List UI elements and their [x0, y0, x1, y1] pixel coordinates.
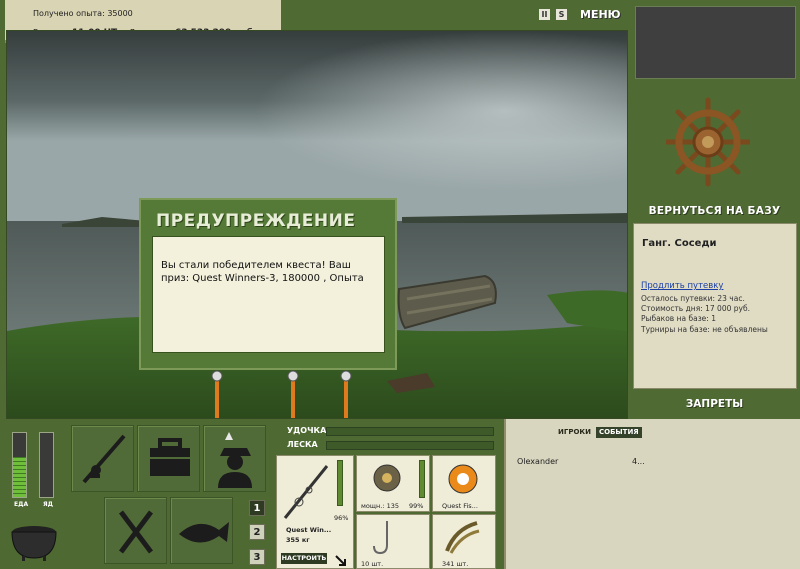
reel-percent: 99%: [409, 502, 424, 510]
fish-tile[interactable]: [170, 497, 233, 564]
rod-item-icon: [283, 465, 329, 519]
rod-percent: 96%: [334, 514, 349, 522]
rod-bar-label: УДОЧКА: [287, 426, 327, 435]
hook-icon: [373, 521, 388, 555]
fishing-rod-icon: [82, 434, 126, 484]
dialog-message: Вы стали победителем квеста! Ваш приз: Q…: [152, 236, 385, 353]
rod-tension-bar: [326, 427, 494, 436]
fishers-count-text: Рыбаков на базе: 1: [641, 314, 716, 323]
tab-players[interactable]: ИГРОКИ: [555, 427, 594, 438]
rod-tile[interactable]: [71, 425, 134, 492]
base-info-panel: Ганг. Соседи Продлить путевку Осталось п…: [633, 223, 797, 389]
reel-slot[interactable]: мощн.: 135 99%: [356, 455, 430, 512]
rod-name: Quest Win...: [286, 526, 332, 534]
dialog-title: ПРЕДУПРЕЖДЕНИЕ: [156, 211, 356, 231]
ship-wheel-icon[interactable]: [663, 96, 753, 192]
tournaments-text: Турниры на базе: не объявлены: [641, 325, 768, 334]
experience-text: Получено опыта: 35000: [33, 9, 133, 18]
return-to-base-button[interactable]: ВЕРНУТЬСЯ НА БАЗУ: [629, 205, 800, 217]
rod-slot[interactable]: 96% Quest Win... 355 кг НАСТРОИТЬ: [276, 455, 354, 569]
reel-caption: мощн.: 135: [361, 502, 399, 510]
rod-weight: 355 кг: [286, 536, 310, 544]
menu-button[interactable]: МЕНЮ: [580, 8, 621, 21]
bait-icon: [445, 521, 480, 554]
hook-caption: 10 шт.: [361, 560, 384, 568]
bans-button[interactable]: ЗАПРЕТЫ: [629, 398, 800, 410]
fish-icon: [179, 522, 229, 543]
poison-label: ЯД: [43, 501, 53, 508]
minimap[interactable]: [635, 6, 796, 79]
bait-caption: 341 шт.: [442, 560, 469, 568]
adjust-button[interactable]: НАСТРОИТЬ: [281, 553, 327, 564]
tackle-box-icon: [150, 438, 190, 476]
reel-icon: [373, 464, 401, 492]
fisherman-tile[interactable]: [203, 425, 266, 492]
slot-1-button[interactable]: 1: [249, 500, 265, 516]
slot-3-button[interactable]: 3: [249, 549, 265, 565]
line-caption: Quest Fis...: [442, 502, 478, 510]
cauldron-icon[interactable]: [8, 518, 60, 562]
tackle-box-tile[interactable]: [137, 425, 200, 492]
warning-dialog: ПРЕДУПРЕЖДЕНИЕ Вы стали победителем квес…: [139, 198, 397, 370]
reel-durability-bar: [419, 460, 425, 498]
arrow-down-right-icon[interactable]: [335, 552, 347, 566]
tab-events[interactable]: СОБЫТИЯ: [596, 427, 642, 438]
food-label: ЕДА: [14, 501, 29, 508]
knife-fork-icon: [119, 510, 153, 554]
line-spool-icon: [448, 464, 478, 494]
base-name: Ганг. Соседи: [642, 238, 717, 249]
line-tension-bar: [326, 441, 494, 450]
line-slot[interactable]: Quest Fis...: [432, 455, 496, 512]
rod-durability-bar: [337, 460, 343, 506]
bait-slot[interactable]: 341 шт.: [432, 514, 496, 569]
food-bar-fill: [13, 457, 26, 497]
poison-bar: [39, 432, 54, 498]
food-bar: [12, 432, 27, 498]
extend-trip-link[interactable]: Продлить путевку: [641, 281, 723, 291]
event-player-name: Olexander: [517, 457, 559, 466]
events-panel: [504, 419, 800, 569]
day-cost-text: Стоимость дня: 17 000 руб.: [641, 304, 750, 313]
line-bar-label: ЛЕСКА: [287, 440, 318, 449]
pause-button[interactable]: II: [539, 9, 550, 20]
event-player-value: 4...: [632, 457, 645, 466]
slot-2-button[interactable]: 2: [249, 524, 265, 540]
fisherman-icon: [218, 432, 252, 488]
sound-button[interactable]: S: [556, 9, 567, 20]
food-tile[interactable]: [104, 497, 167, 564]
hook-slot[interactable]: 10 шт.: [356, 514, 430, 569]
trip-left-text: Осталось путевки: 23 час.: [641, 294, 745, 303]
